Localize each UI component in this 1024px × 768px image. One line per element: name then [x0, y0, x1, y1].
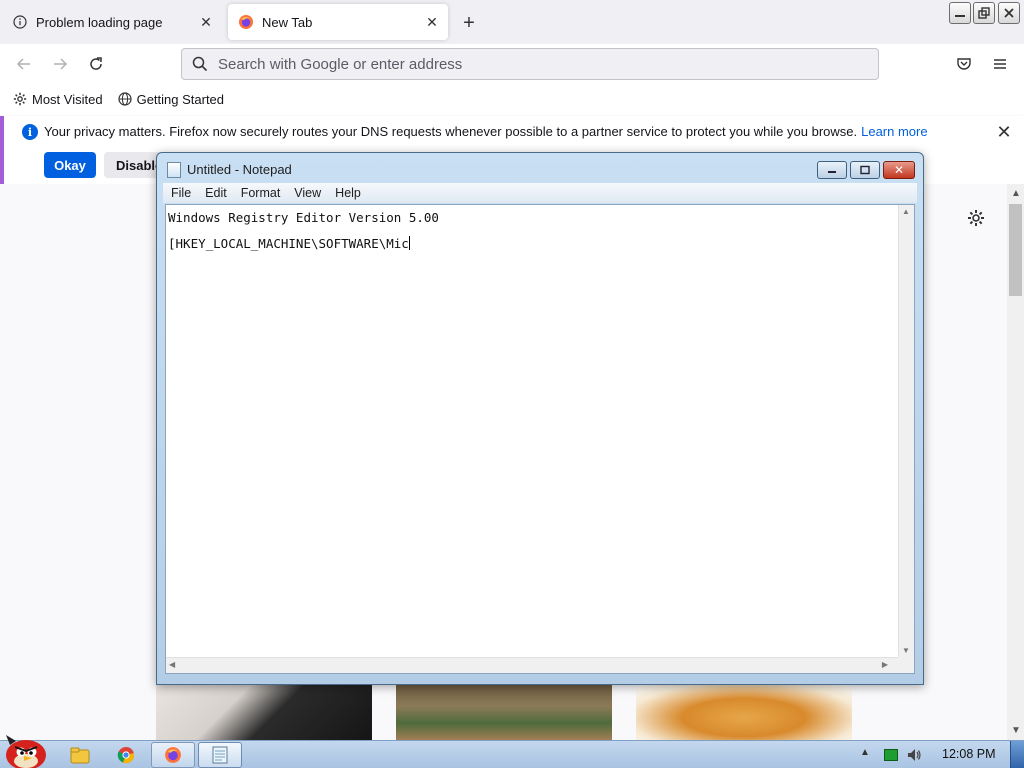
notepad-window: Untitled - Notepad ✕ File Edit Format Vi… [156, 152, 924, 685]
notepad-text-area[interactable]: Windows Registry Editor Version 5.00 [HKE… [165, 204, 915, 674]
arrow-right-icon [54, 58, 68, 70]
taskbar: ▲ 12:08 PM [0, 735, 1024, 768]
scroll-up-arrow-icon[interactable]: ▲ [1011, 188, 1021, 199]
volume-icon[interactable] [906, 747, 922, 763]
menu-view[interactable]: View [288, 186, 327, 200]
reload-button[interactable] [82, 50, 110, 78]
app-menu-button[interactable] [986, 50, 1014, 78]
info-icon [12, 14, 28, 30]
restore-button[interactable] [973, 2, 995, 24]
learn-more-link[interactable]: Learn more [861, 124, 927, 139]
minimize-button[interactable] [949, 2, 971, 24]
back-button[interactable] [10, 50, 38, 78]
forward-button[interactable] [46, 50, 74, 78]
notepad-icon [212, 746, 228, 764]
notepad-menubar: File Edit Format View Help [163, 183, 917, 203]
network-icon[interactable] [884, 749, 898, 761]
notepad-titlebar[interactable]: Untitled - Notepad ✕ [157, 153, 923, 183]
notification-message: Your privacy matters. Firefox now secure… [44, 124, 858, 139]
close-icon[interactable]: ✕ [194, 10, 218, 34]
show-desktop-button[interactable] [1010, 741, 1024, 768]
gear-icon [12, 91, 28, 107]
desktop-screen: Problem loading page ✕ New Tab ✕ + Searc… [0, 0, 1024, 768]
bookmark-label: Getting Started [136, 91, 225, 107]
settings-button[interactable] [964, 206, 988, 230]
maximize-icon [860, 165, 870, 175]
tab-label: New Tab [262, 14, 313, 30]
notepad-close-button[interactable]: ✕ [883, 161, 915, 179]
notification-text: Your privacy matters. Firefox now secure… [44, 124, 928, 139]
story-card-image[interactable] [396, 684, 612, 740]
notification-close-button[interactable]: ✕ [994, 122, 1014, 142]
text-line: [HKEY_LOCAL_MACHINE\SOFTWARE\Mic [168, 231, 898, 257]
text-line-content: [HKEY_LOCAL_MACHINE\SOFTWARE\Mic [168, 236, 409, 251]
arrow-left-icon [16, 58, 30, 70]
tab-bar: Problem loading page ✕ New Tab ✕ + [0, 0, 1024, 44]
scroll-right-arrow-icon[interactable]: ▶ [882, 660, 888, 669]
story-card-image[interactable] [156, 684, 372, 740]
scroll-down-arrow-icon[interactable]: ▼ [902, 646, 910, 655]
taskbar-firefox[interactable] [151, 742, 195, 768]
bookmark-most-visited[interactable]: Most Visited [12, 91, 103, 107]
tab-problem-loading[interactable]: Problem loading page ✕ [2, 4, 222, 40]
pocket-button[interactable] [950, 50, 978, 78]
notepad-vertical-scrollbar[interactable]: ▲ ▼ [898, 205, 914, 657]
angry-bird-icon [6, 735, 46, 768]
scroll-down-arrow-icon[interactable]: ▼ [1011, 725, 1021, 736]
notepad-icon [167, 162, 181, 178]
navigation-toolbar [0, 44, 1024, 84]
page-scrollbar[interactable]: ▲ ▼ [1007, 184, 1024, 740]
close-icon: ✕ [996, 121, 1012, 142]
window-close-button[interactable] [998, 2, 1020, 24]
tab-new-tab[interactable]: New Tab ✕ [228, 4, 448, 40]
pocket-icon [957, 58, 971, 70]
bookmark-label: Most Visited [32, 91, 103, 107]
new-tab-button[interactable]: + [456, 10, 482, 36]
story-card-image[interactable] [636, 684, 852, 740]
info-icon: i [22, 124, 38, 140]
minimize-icon [828, 171, 836, 173]
text-caret [408, 236, 410, 250]
search-icon [190, 54, 210, 74]
tab-label: Problem loading page [36, 14, 163, 30]
menu-help[interactable]: Help [329, 186, 367, 200]
system-clock[interactable]: 12:08 PM [942, 747, 996, 761]
notepad-title: Untitled - Notepad [187, 162, 292, 177]
hamburger-menu-icon [994, 59, 1006, 69]
scroll-up-arrow-icon[interactable]: ▲ [902, 207, 910, 216]
taskbar-notepad[interactable] [198, 742, 242, 768]
okay-button[interactable]: Okay [44, 152, 96, 178]
folder-icon [70, 747, 90, 764]
firefox-icon [238, 14, 254, 30]
notepad-content[interactable]: Windows Registry Editor Version 5.00 [HKE… [168, 205, 898, 657]
tray-expand-icon[interactable]: ▲ [860, 747, 870, 758]
scrollbar-corner [898, 657, 914, 673]
restore-icon [978, 7, 990, 19]
menu-format[interactable]: Format [235, 186, 287, 200]
chrome-icon [117, 747, 135, 764]
bookmark-getting-started[interactable]: Getting Started [117, 91, 224, 107]
bookmarks-toolbar: Most Visited Getting Started [0, 84, 1024, 114]
taskbar-explorer[interactable] [58, 742, 102, 768]
close-icon[interactable]: ✕ [420, 10, 444, 34]
menu-file[interactable]: File [165, 186, 197, 200]
scroll-left-arrow-icon[interactable]: ◀ [169, 660, 175, 669]
close-icon [1004, 8, 1014, 18]
firefox-icon [165, 747, 181, 763]
notepad-minimize-button[interactable] [817, 161, 847, 179]
globe-icon [117, 91, 133, 107]
minimize-icon [955, 15, 965, 17]
address-input[interactable] [218, 55, 878, 73]
notepad-maximize-button[interactable] [850, 161, 880, 179]
menu-edit[interactable]: Edit [199, 186, 233, 200]
notepad-horizontal-scrollbar[interactable]: ◀ ▶ [166, 657, 898, 673]
taskbar-chrome[interactable] [104, 742, 148, 768]
gear-icon [968, 210, 984, 226]
text-line: Windows Registry Editor Version 5.00 [168, 210, 439, 225]
scrollbar-thumb[interactable] [1009, 204, 1022, 296]
reload-icon [90, 57, 102, 70]
start-button[interactable] [2, 731, 52, 768]
address-bar[interactable] [181, 48, 879, 80]
